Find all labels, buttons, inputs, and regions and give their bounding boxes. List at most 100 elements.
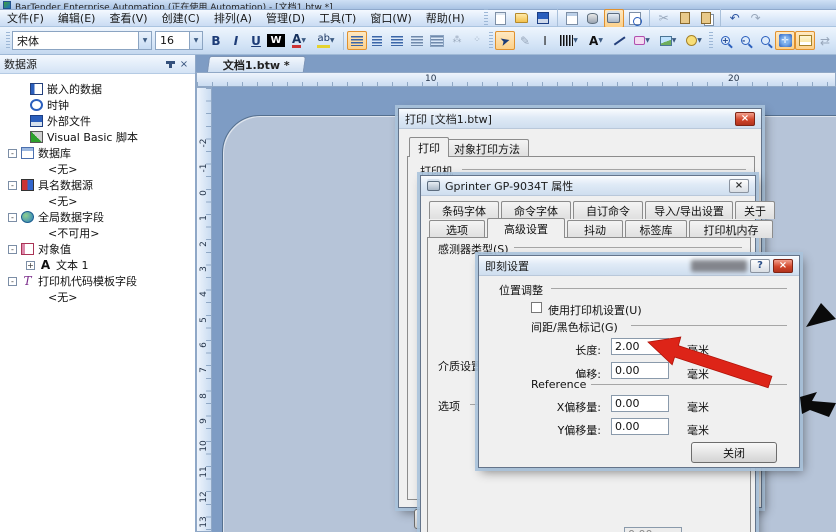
zoom-in-button[interactable]: + bbox=[715, 31, 735, 50]
tab-printer-memory[interactable]: 打印机内存 bbox=[689, 220, 773, 238]
white-on-black-button[interactable]: W bbox=[266, 31, 286, 50]
open-button[interactable] bbox=[512, 9, 532, 28]
barcode-tool-button[interactable]: ▼ bbox=[555, 31, 583, 50]
collapse-icon[interactable]: - bbox=[8, 212, 17, 222]
collapse-icon[interactable]: - bbox=[8, 276, 17, 286]
x-offset-field[interactable] bbox=[611, 395, 669, 412]
unlink-fields-button[interactable]: ⁘ bbox=[467, 31, 487, 50]
tree-item-none[interactable]: <无> bbox=[0, 289, 195, 305]
close-icon[interactable]: × bbox=[773, 258, 793, 273]
text-tool-button[interactable]: A ▼ bbox=[583, 31, 609, 50]
select-tool-button[interactable]: ➤ bbox=[495, 31, 515, 50]
expand-icon[interactable]: + bbox=[26, 260, 35, 270]
tree-item-object-values[interactable]: - 对象值 bbox=[0, 241, 195, 257]
align-left-button[interactable] bbox=[347, 31, 367, 50]
menu-view[interactable]: 查看(V) bbox=[102, 9, 154, 27]
italic-button[interactable]: I bbox=[226, 31, 246, 50]
zoom-select-button[interactable] bbox=[755, 31, 775, 50]
seal-tool-button[interactable]: ▼ bbox=[681, 31, 707, 50]
menu-window[interactable]: 窗口(W) bbox=[363, 9, 418, 27]
print-button[interactable] bbox=[603, 8, 624, 28]
link-fields-button[interactable]: ⁂ bbox=[447, 31, 467, 50]
document-tab[interactable]: 文档1.btw * bbox=[206, 56, 306, 72]
align-block-button[interactable] bbox=[427, 31, 447, 50]
print-preview-button[interactable] bbox=[625, 9, 645, 28]
page-setup-button[interactable] bbox=[562, 9, 582, 28]
copy-button[interactable] bbox=[675, 9, 695, 28]
align-center-button[interactable] bbox=[367, 31, 387, 50]
font-name-combobox[interactable]: 宋体 ▼ bbox=[12, 31, 152, 50]
tab-advanced-settings[interactable]: 高级设置 bbox=[487, 218, 565, 238]
tree-item-clock[interactable]: 时钟 bbox=[0, 97, 195, 113]
new-document-button[interactable] bbox=[491, 9, 511, 28]
chevron-down-icon[interactable]: ▼ bbox=[189, 32, 202, 49]
format-painter-button[interactable]: ✎ bbox=[515, 31, 535, 50]
menu-file[interactable]: 文件(F) bbox=[0, 9, 51, 27]
length-field[interactable] bbox=[611, 338, 669, 355]
close-icon[interactable]: × bbox=[729, 178, 749, 193]
tab-command-fonts[interactable]: 命令字体 bbox=[501, 201, 571, 219]
save-button[interactable] bbox=[533, 9, 553, 28]
align-justify-button[interactable] bbox=[407, 31, 427, 50]
collapse-icon[interactable]: - bbox=[8, 148, 17, 158]
collapse-icon[interactable]: - bbox=[8, 244, 17, 254]
line-tool-button[interactable] bbox=[609, 31, 629, 50]
help-icon[interactable]: ? bbox=[750, 258, 770, 273]
use-printer-settings-checkbox[interactable] bbox=[531, 302, 542, 313]
redo-button[interactable]: ↷ bbox=[746, 9, 766, 28]
cut-button[interactable]: ✂ bbox=[654, 9, 674, 28]
tree-item-printer-code[interactable]: - T 打印机代码模板字段 bbox=[0, 273, 195, 289]
bold-button[interactable]: B bbox=[206, 31, 226, 50]
close-icon[interactable]: × bbox=[735, 111, 755, 126]
rotate-view-button[interactable]: ⇄ bbox=[815, 31, 835, 50]
props-dialog-titlebar[interactable]: Gprinter GP-9034T 属性 × bbox=[421, 176, 755, 196]
tab-dithering[interactable]: 抖动 bbox=[567, 220, 623, 238]
tab-barcode-fonts[interactable]: 条码字体 bbox=[429, 201, 499, 219]
highlight-color-button[interactable]: ab ▼ bbox=[312, 31, 340, 50]
menu-edit[interactable]: 编辑(E) bbox=[51, 9, 103, 27]
text-cursor-button[interactable]: I bbox=[535, 31, 555, 50]
tree-item-embedded-data[interactable]: 嵌入的数据 bbox=[0, 81, 195, 97]
menu-arrange[interactable]: 排列(A) bbox=[207, 9, 259, 27]
collapse-icon[interactable]: - bbox=[8, 180, 17, 190]
tree-item-vb-script[interactable]: Visual Basic 脚本 bbox=[0, 129, 195, 145]
tree-item-external-file[interactable]: 外部文件 bbox=[0, 113, 195, 129]
menu-help[interactable]: 帮助(H) bbox=[419, 9, 472, 27]
underline-button[interactable]: U bbox=[246, 31, 266, 50]
print-dialog-titlebar[interactable]: 打印 [文档1.btw] × bbox=[399, 109, 761, 129]
pin-panel-button[interactable] bbox=[163, 58, 177, 71]
align-right-button[interactable] bbox=[387, 31, 407, 50]
offset-field[interactable] bbox=[611, 362, 669, 379]
tree-item-none[interactable]: <无> bbox=[0, 193, 195, 209]
label-view-button[interactable] bbox=[795, 31, 815, 50]
tree-item-named-datasource[interactable]: - 具名数据源 bbox=[0, 177, 195, 193]
font-color-button[interactable]: A ▼ bbox=[286, 31, 312, 50]
font-size-combobox[interactable]: 16 ▼ bbox=[155, 31, 203, 50]
tree-item-unavailable[interactable]: <不可用> bbox=[0, 225, 195, 241]
menu-manage[interactable]: 管理(D) bbox=[259, 9, 312, 27]
tab-label-library[interactable]: 标签库 bbox=[625, 220, 687, 238]
tab-about[interactable]: 关于 bbox=[735, 201, 775, 219]
shape-tool-button[interactable]: ▼ bbox=[629, 31, 655, 50]
menu-create[interactable]: 创建(C) bbox=[155, 9, 207, 27]
chevron-down-icon[interactable]: ▼ bbox=[138, 32, 151, 49]
y-offset-field[interactable] bbox=[611, 418, 669, 435]
database-button[interactable] bbox=[583, 9, 603, 28]
undo-button[interactable]: ↶ bbox=[725, 9, 745, 28]
menu-tools[interactable]: 工具(T) bbox=[312, 9, 363, 27]
close-button[interactable]: 关闭 bbox=[691, 442, 777, 463]
tree-item-global-fields[interactable]: - 全局数据字段 bbox=[0, 209, 195, 225]
pan-button[interactable]: ✛ bbox=[775, 31, 795, 50]
tree-item-none[interactable]: <无> bbox=[0, 161, 195, 177]
tree-item-database[interactable]: - 数据库 bbox=[0, 145, 195, 161]
zoom-out-button[interactable]: - bbox=[735, 31, 755, 50]
instant-dialog-titlebar[interactable]: 即刻设置 ? × bbox=[479, 256, 799, 276]
tab-object-print-method[interactable]: 对象打印方法 bbox=[445, 139, 529, 157]
tree-item-text1[interactable]: + A 文本 1 bbox=[0, 257, 195, 273]
paste-button[interactable] bbox=[696, 9, 716, 28]
picture-tool-button[interactable]: ▼ bbox=[655, 31, 681, 50]
tab-custom-commands[interactable]: 自订命令 bbox=[573, 201, 643, 219]
close-panel-button[interactable]: × bbox=[177, 58, 191, 71]
tab-print[interactable]: 打印 bbox=[409, 137, 449, 157]
tab-import-export[interactable]: 导入/导出设置 bbox=[645, 201, 733, 219]
